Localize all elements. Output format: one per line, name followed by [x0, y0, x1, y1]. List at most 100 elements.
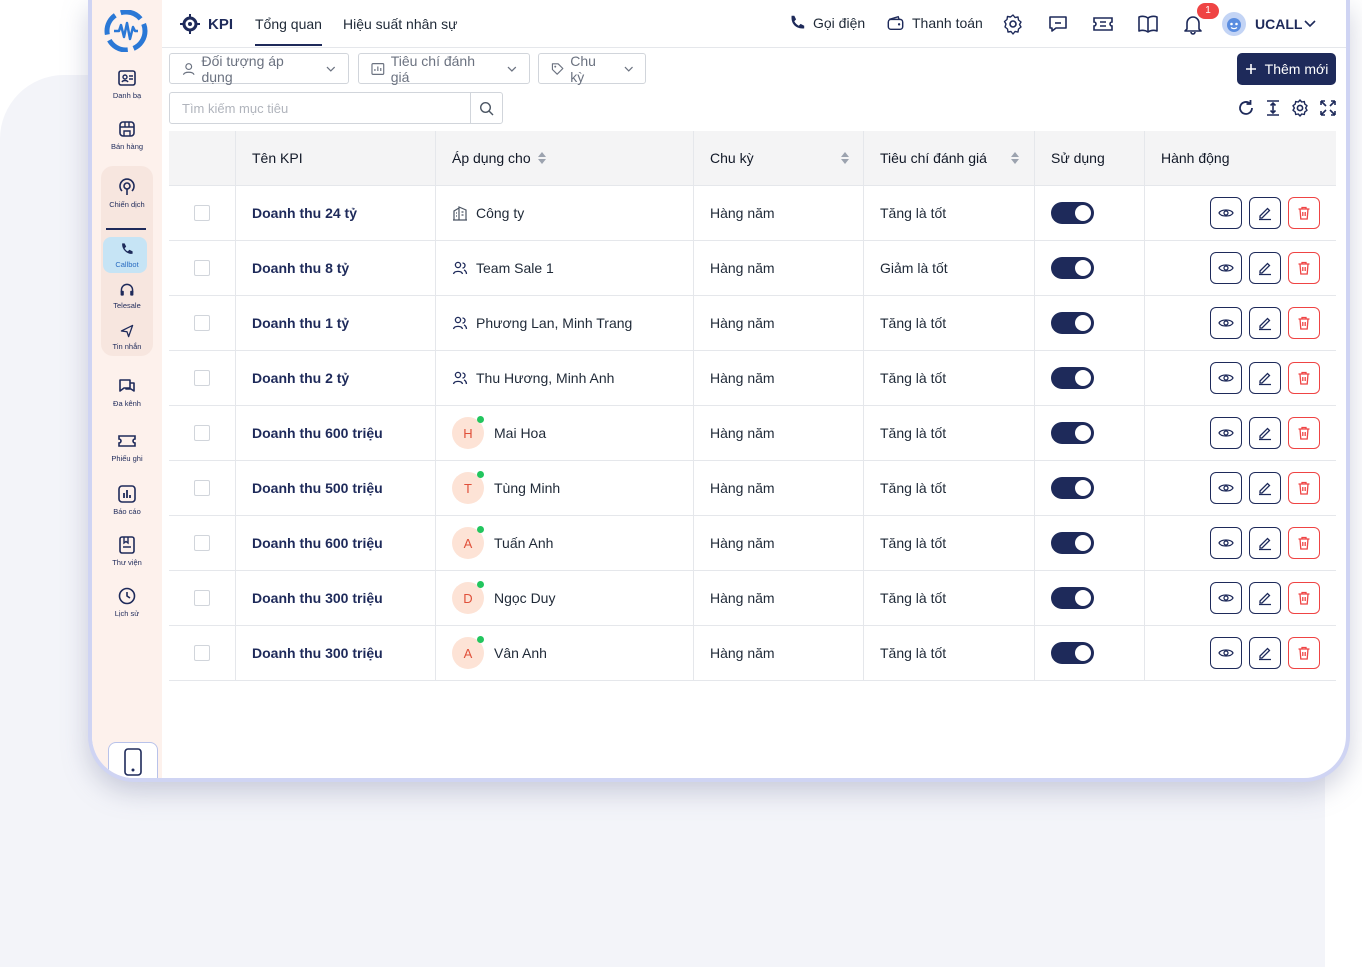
delete-button[interactable] — [1288, 472, 1320, 504]
view-button[interactable] — [1210, 307, 1242, 339]
use-cell — [1051, 626, 1141, 680]
sidebar-item-reports[interactable]: Báo cáo — [98, 484, 156, 516]
sidebar-item-library[interactable]: Thư viện — [98, 535, 156, 567]
column-height-icon[interactable] — [1263, 98, 1283, 118]
edit-button[interactable] — [1249, 362, 1281, 394]
edit-button[interactable] — [1249, 197, 1281, 229]
table-row: Doanh thu 8 tỷ Team Sale 1 Hàng năm Giảm… — [169, 241, 1336, 296]
sidebar-item-sales[interactable]: Bán hàng — [98, 119, 156, 151]
view-button[interactable] — [1210, 582, 1242, 614]
view-button[interactable] — [1210, 527, 1242, 559]
column-divider — [693, 571, 694, 625]
kpi-name-link[interactable]: Doanh thu 2 tỷ — [252, 351, 432, 405]
delete-button[interactable] — [1288, 582, 1320, 614]
edit-button[interactable] — [1249, 307, 1281, 339]
row-checkbox[interactable] — [194, 425, 210, 441]
edit-button[interactable] — [1249, 637, 1281, 669]
column-divider — [235, 131, 236, 185]
row-checkbox[interactable] — [194, 205, 210, 221]
tab-overview[interactable]: Tổng quan — [255, 16, 322, 46]
edit-button[interactable] — [1249, 582, 1281, 614]
delete-button[interactable] — [1288, 637, 1320, 669]
kpi-name-link[interactable]: Doanh thu 300 triệu — [252, 571, 432, 625]
delete-button[interactable] — [1288, 527, 1320, 559]
kpi-name-link[interactable]: Doanh thu 600 triệu — [252, 516, 432, 570]
row-checkbox[interactable] — [194, 535, 210, 551]
kpi-name-link[interactable]: Doanh thu 8 tỷ — [252, 241, 432, 295]
delete-button[interactable] — [1288, 252, 1320, 284]
column-divider — [863, 296, 864, 350]
refresh-icon[interactable] — [1236, 98, 1256, 118]
enabled-toggle[interactable] — [1051, 367, 1094, 389]
softphone-tab[interactable] — [108, 742, 158, 778]
enabled-toggle[interactable] — [1051, 202, 1094, 224]
search-input[interactable] — [170, 93, 472, 123]
view-button[interactable] — [1210, 252, 1242, 284]
enabled-toggle[interactable] — [1051, 642, 1094, 664]
edit-button[interactable] — [1249, 417, 1281, 449]
ticket-icon[interactable] — [1092, 13, 1114, 35]
sidebar-item-contacts[interactable]: Danh bạ — [98, 68, 156, 100]
chevron-down-icon[interactable] — [1304, 18, 1316, 30]
sort-icon — [841, 152, 849, 164]
sidebar-item-campaign[interactable]: Chiến dịch — [98, 177, 156, 209]
view-button[interactable] — [1210, 362, 1242, 394]
fullscreen-icon[interactable] — [1318, 98, 1338, 118]
view-button[interactable] — [1210, 472, 1242, 504]
sidebar-item-history[interactable]: Lịch sử — [98, 586, 156, 618]
add-kpi-button[interactable]: Thêm mới — [1237, 53, 1336, 85]
enabled-toggle[interactable] — [1051, 477, 1094, 499]
chevron-down-icon — [326, 66, 336, 72]
kpi-name-link[interactable]: Doanh thu 24 tỷ — [252, 186, 432, 240]
row-checkbox[interactable] — [194, 370, 210, 386]
sidebar-item-telesale[interactable]: Telesale — [98, 282, 156, 310]
sidebar-item-tickets[interactable]: Phiếu ghi — [98, 431, 156, 463]
row-checkbox[interactable] — [194, 315, 210, 331]
row-checkbox[interactable] — [194, 480, 210, 496]
view-button[interactable] — [1210, 197, 1242, 229]
filter-target[interactable]: Đối tượng áp dụng — [169, 53, 349, 85]
header-cycle[interactable]: Chu kỳ — [710, 131, 864, 185]
sidebar-item-callbot[interactable]: Callbot — [98, 241, 156, 269]
enabled-toggle[interactable] — [1051, 532, 1094, 554]
row-checkbox[interactable] — [194, 590, 210, 606]
search-button[interactable] — [470, 93, 502, 123]
kpi-name-link[interactable]: Doanh thu 500 triệu — [252, 461, 432, 515]
header-criteria[interactable]: Tiêu chí đánh giá — [880, 131, 1034, 185]
delete-button[interactable] — [1288, 197, 1320, 229]
settings-icon[interactable] — [1002, 13, 1024, 35]
delete-button[interactable] — [1288, 417, 1320, 449]
sidebar-item-messages[interactable]: Tin nhắn — [98, 323, 156, 351]
settings-icon[interactable] — [1290, 98, 1310, 118]
filter-criteria[interactable]: Tiêu chí đánh giá — [358, 53, 530, 85]
enabled-toggle[interactable] — [1051, 587, 1094, 609]
header-apply[interactable]: Áp dụng cho — [452, 131, 692, 185]
account-name[interactable]: UCALL — [1255, 16, 1302, 32]
delete-button[interactable] — [1288, 307, 1320, 339]
select-cell — [169, 461, 235, 515]
apply-target-label: Tuấn Anh — [494, 535, 554, 551]
delete-button[interactable] — [1288, 362, 1320, 394]
call-button[interactable]: Gọi điện — [788, 14, 865, 32]
message-icon[interactable] — [1047, 13, 1069, 35]
edit-button[interactable] — [1249, 472, 1281, 504]
row-checkbox[interactable] — [194, 260, 210, 276]
edit-button[interactable] — [1249, 527, 1281, 559]
toggle-knob — [1075, 205, 1091, 221]
row-checkbox[interactable] — [194, 645, 210, 661]
view-button[interactable] — [1210, 417, 1242, 449]
view-button[interactable] — [1210, 637, 1242, 669]
filter-cycle[interactable]: Chu kỳ — [538, 53, 646, 85]
payment-button[interactable]: Thanh toán — [886, 14, 983, 32]
edit-button[interactable] — [1249, 252, 1281, 284]
kpi-name-link[interactable]: Doanh thu 600 triệu — [252, 406, 432, 460]
book-icon[interactable] — [1137, 13, 1159, 35]
kpi-name-link[interactable]: Doanh thu 300 triệu — [252, 626, 432, 680]
kpi-name-link[interactable]: Doanh thu 1 tỷ — [252, 296, 432, 350]
enabled-toggle[interactable] — [1051, 257, 1094, 279]
enabled-toggle[interactable] — [1051, 422, 1094, 444]
enabled-toggle[interactable] — [1051, 312, 1094, 334]
account-avatar[interactable] — [1222, 12, 1246, 36]
sidebar-item-omnichannel[interactable]: Đa kênh — [98, 376, 156, 408]
tab-staff-performance[interactable]: Hiệu suất nhân sự — [343, 16, 457, 32]
